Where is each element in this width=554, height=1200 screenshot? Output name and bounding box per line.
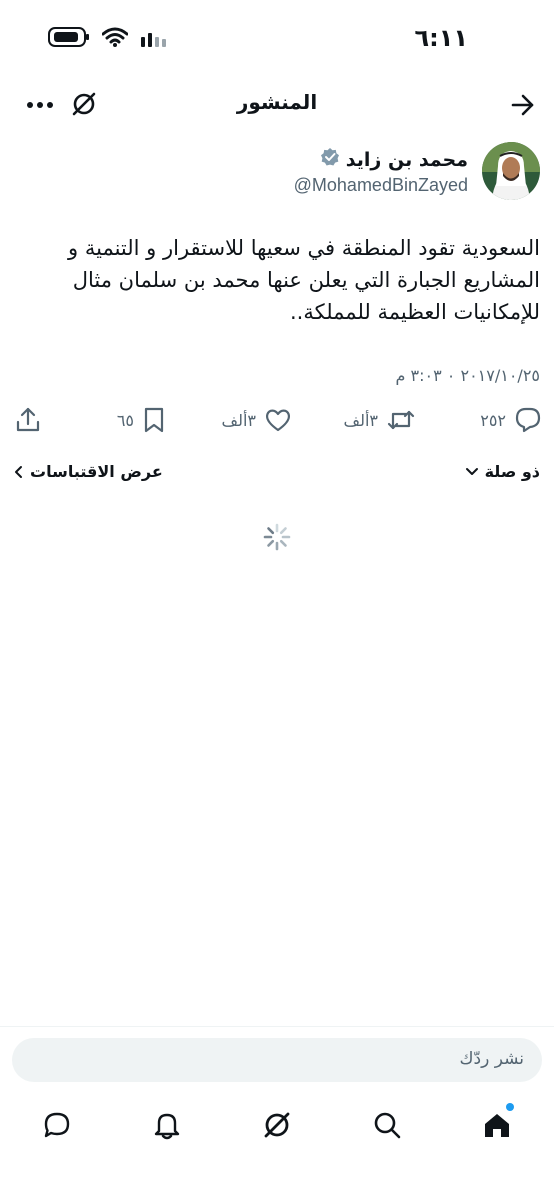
tab-search[interactable] xyxy=(362,1100,412,1150)
reply-button[interactable]: ٢٥٢ xyxy=(480,406,542,434)
repost-count: ٣ألف xyxy=(343,410,378,430)
back-arrow-icon xyxy=(511,94,534,116)
action-bar: ٢٥٢ ٣ألف ٣ألف ٦٥ xyxy=(0,400,554,442)
more-button[interactable] xyxy=(20,90,60,120)
tab-messages[interactable] xyxy=(32,1100,82,1150)
header: المنشور xyxy=(0,80,554,130)
tab-notifications[interactable] xyxy=(142,1100,192,1150)
status-time: ٦:١١ xyxy=(414,24,468,52)
back-button[interactable] xyxy=(506,88,540,122)
view-quotes-label: عرض الاقتباسات xyxy=(30,462,163,481)
like-count: ٣ألف xyxy=(221,410,256,430)
tab-grok[interactable] xyxy=(252,1100,302,1150)
divider xyxy=(0,1026,554,1027)
repost-icon xyxy=(387,410,415,430)
reply-placeholder: نشر ردّك xyxy=(459,1049,524,1069)
grok-icon xyxy=(72,92,96,116)
reply-input[interactable]: نشر ردّك xyxy=(12,1038,542,1082)
grok-icon xyxy=(264,1112,290,1138)
share-button[interactable] xyxy=(14,406,42,434)
replies-controls: ذو صلة عرض الاقتباسات xyxy=(14,460,540,490)
repost-button[interactable]: ٣ألف xyxy=(344,406,416,434)
like-icon xyxy=(266,409,290,432)
grok-button[interactable] xyxy=(68,88,100,120)
chevron-left-icon xyxy=(15,465,22,478)
search-icon xyxy=(374,1112,401,1139)
avatar[interactable] xyxy=(482,142,540,200)
notifications-icon xyxy=(154,1113,180,1140)
more-icon xyxy=(27,102,53,108)
messages-icon xyxy=(44,1112,70,1138)
loading-spinner-icon xyxy=(262,522,292,556)
status-icons xyxy=(48,26,166,52)
author-name: محمد بن زايد xyxy=(345,148,468,171)
status-bar: ٦:١١ xyxy=(0,0,554,74)
tab-home[interactable] xyxy=(472,1100,522,1150)
bookmark-icon xyxy=(144,407,164,433)
like-button[interactable]: ٣ألف xyxy=(222,406,292,434)
tab-bar xyxy=(0,1100,554,1150)
notification-dot xyxy=(506,1103,514,1111)
battery-icon xyxy=(48,26,90,52)
wifi-icon xyxy=(101,27,129,51)
sort-label: ذو صلة xyxy=(484,462,540,481)
reply-count: ٢٥٢ xyxy=(480,410,506,430)
sort-dropdown[interactable]: ذو صلة xyxy=(465,462,540,481)
reply-icon xyxy=(515,407,541,433)
chevron-down-icon xyxy=(465,467,478,475)
signal-icon xyxy=(140,27,166,51)
verified-icon xyxy=(320,147,340,172)
bookmark-button[interactable]: ٦٥ xyxy=(117,406,166,434)
author-name-row[interactable]: محمد بن زايد xyxy=(320,147,468,172)
tweet-timestamp[interactable]: ٢٠١٧/١٠/٢٥ ٠ ٣:٠٣ م xyxy=(396,366,540,385)
bookmark-count: ٦٥ xyxy=(116,410,134,430)
author-handle[interactable]: @MohamedBinZayed xyxy=(294,175,468,196)
home-icon xyxy=(485,1114,509,1137)
share-icon xyxy=(16,407,40,432)
view-quotes-link[interactable]: عرض الاقتباسات xyxy=(14,462,163,481)
tweet-text: السعودية تقود المنطقة في سعيها للاستقرار… xyxy=(68,236,540,324)
